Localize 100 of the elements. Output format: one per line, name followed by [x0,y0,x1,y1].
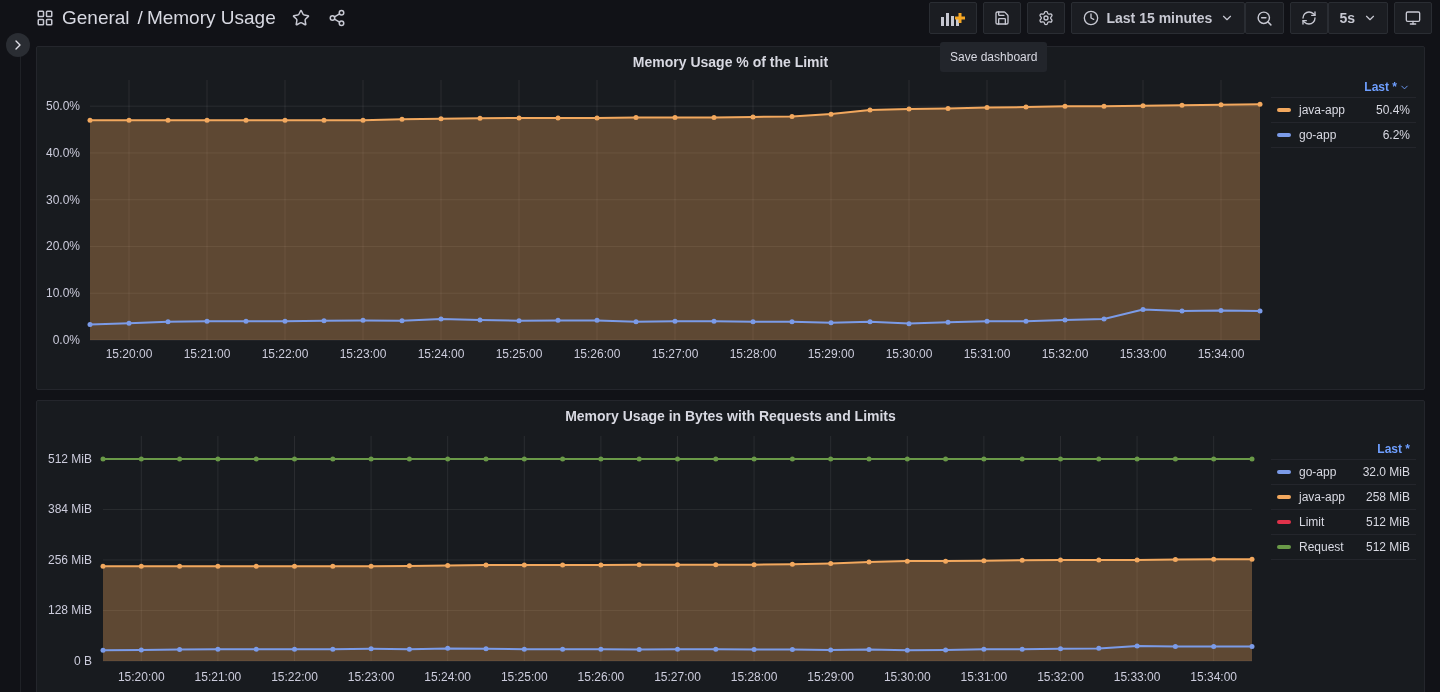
data-point [981,456,987,462]
save-icon [994,10,1011,26]
data-point [1134,456,1140,462]
axis-label: 256 MiB [47,552,92,567]
legend-label[interactable]: Request [1299,540,1358,554]
data-point [906,106,912,112]
axis-label: 15:27:00 [654,670,701,683]
axis-label: 15:29:00 [807,670,855,683]
data-point [100,563,106,569]
data-point [1101,316,1107,322]
legend-label[interactable]: go-app [1299,465,1355,479]
data-point [1172,557,1178,563]
legend-value: 258 MiB [1365,490,1410,504]
data-point [204,318,210,324]
expand-sidebar-button[interactable] [6,33,30,57]
legend-sort-header[interactable]: Last * [1377,442,1410,456]
axis-label: 15:26:00 [577,670,625,683]
data-point [368,646,374,652]
data-point [243,117,249,123]
legend-value: 6.2% [1382,128,1410,142]
data-point [866,647,872,653]
data-point [438,116,444,122]
data-point [138,647,144,653]
axis-label: 15:33:00 [1119,347,1167,361]
zoom-out-button[interactable] [1245,2,1285,34]
data-point [1179,308,1185,314]
legend-label[interactable]: Limit [1299,515,1358,529]
data-point [215,646,221,652]
data-point [945,106,951,112]
breadcrumb-separator: / [137,7,143,29]
data-point [477,115,483,121]
axis-label: 15:34:00 [1190,670,1238,683]
settings-button[interactable] [1027,2,1066,34]
tv-mode-button[interactable] [1394,2,1432,34]
data-point [1218,102,1224,108]
data-point [711,318,717,324]
time-range-picker[interactable]: Last 15 minutes [1071,2,1246,34]
data-point [177,456,183,462]
axis-label: 15:27:00 [651,347,699,361]
axis-label: 384 MiB [47,502,92,517]
settings-icon [1038,10,1055,26]
legend-label[interactable]: java-app [1299,103,1368,117]
star-icon[interactable] [291,9,310,27]
data-point [1019,646,1025,652]
add-panel-button[interactable] [929,2,978,34]
axis-label: 10.0% [45,286,80,301]
data-point [675,456,680,462]
data-point [292,456,297,462]
data-point [253,646,259,652]
legend-label[interactable]: go-app [1299,128,1375,142]
data-point [1249,456,1255,462]
legend-label[interactable]: java-app [1299,490,1358,504]
data-point [330,563,336,569]
data-point [981,646,987,652]
save-dashboard-button[interactable] [983,2,1022,34]
data-point [672,318,678,324]
data-point [633,319,639,325]
data-point [1134,643,1140,649]
axis-label: 15:21:00 [183,347,231,361]
refresh-button[interactable] [1290,2,1329,34]
legend-value: 512 MiB [1365,515,1410,529]
data-point [87,117,93,123]
data-point [1218,308,1224,314]
data-point [828,647,834,653]
share-icon[interactable] [327,9,346,27]
data-point [904,456,910,462]
legend-value: 32.0 MiB [1362,465,1410,479]
refresh-interval-picker[interactable]: 5s [1328,2,1388,34]
data-point [984,105,990,111]
data-point [675,562,680,568]
data-point [100,456,106,462]
data-point [1211,556,1217,562]
axis-label: 15:30:00 [883,670,931,683]
data-point [1257,101,1263,107]
data-point [438,316,444,322]
axis-label: 15:24:00 [424,670,472,683]
data-point [943,456,949,462]
data-point [636,456,642,462]
axis-label: 0.0% [52,333,80,347]
monitor-icon [1405,10,1421,26]
data-point [1211,643,1217,649]
axis-label: 15:30:00 [885,347,933,361]
data-point [636,647,642,653]
data-point [750,319,756,325]
dashboard-title: Memory Usage [146,7,276,29]
data-point [330,456,336,462]
legend-sort-header[interactable]: Last * [1364,80,1397,94]
data-point [713,646,719,652]
data-point [560,646,566,652]
data-point [828,561,834,566]
data-point [594,115,600,121]
data-point [215,456,221,462]
axis-label: 20.0% [45,239,80,254]
data-point [1249,556,1255,562]
data-point [789,113,795,119]
folder-link[interactable]: General [62,7,130,29]
data-point [360,317,366,323]
data-point [177,647,183,653]
axis-label: 15:32:00 [1041,347,1089,361]
data-point [789,319,795,325]
